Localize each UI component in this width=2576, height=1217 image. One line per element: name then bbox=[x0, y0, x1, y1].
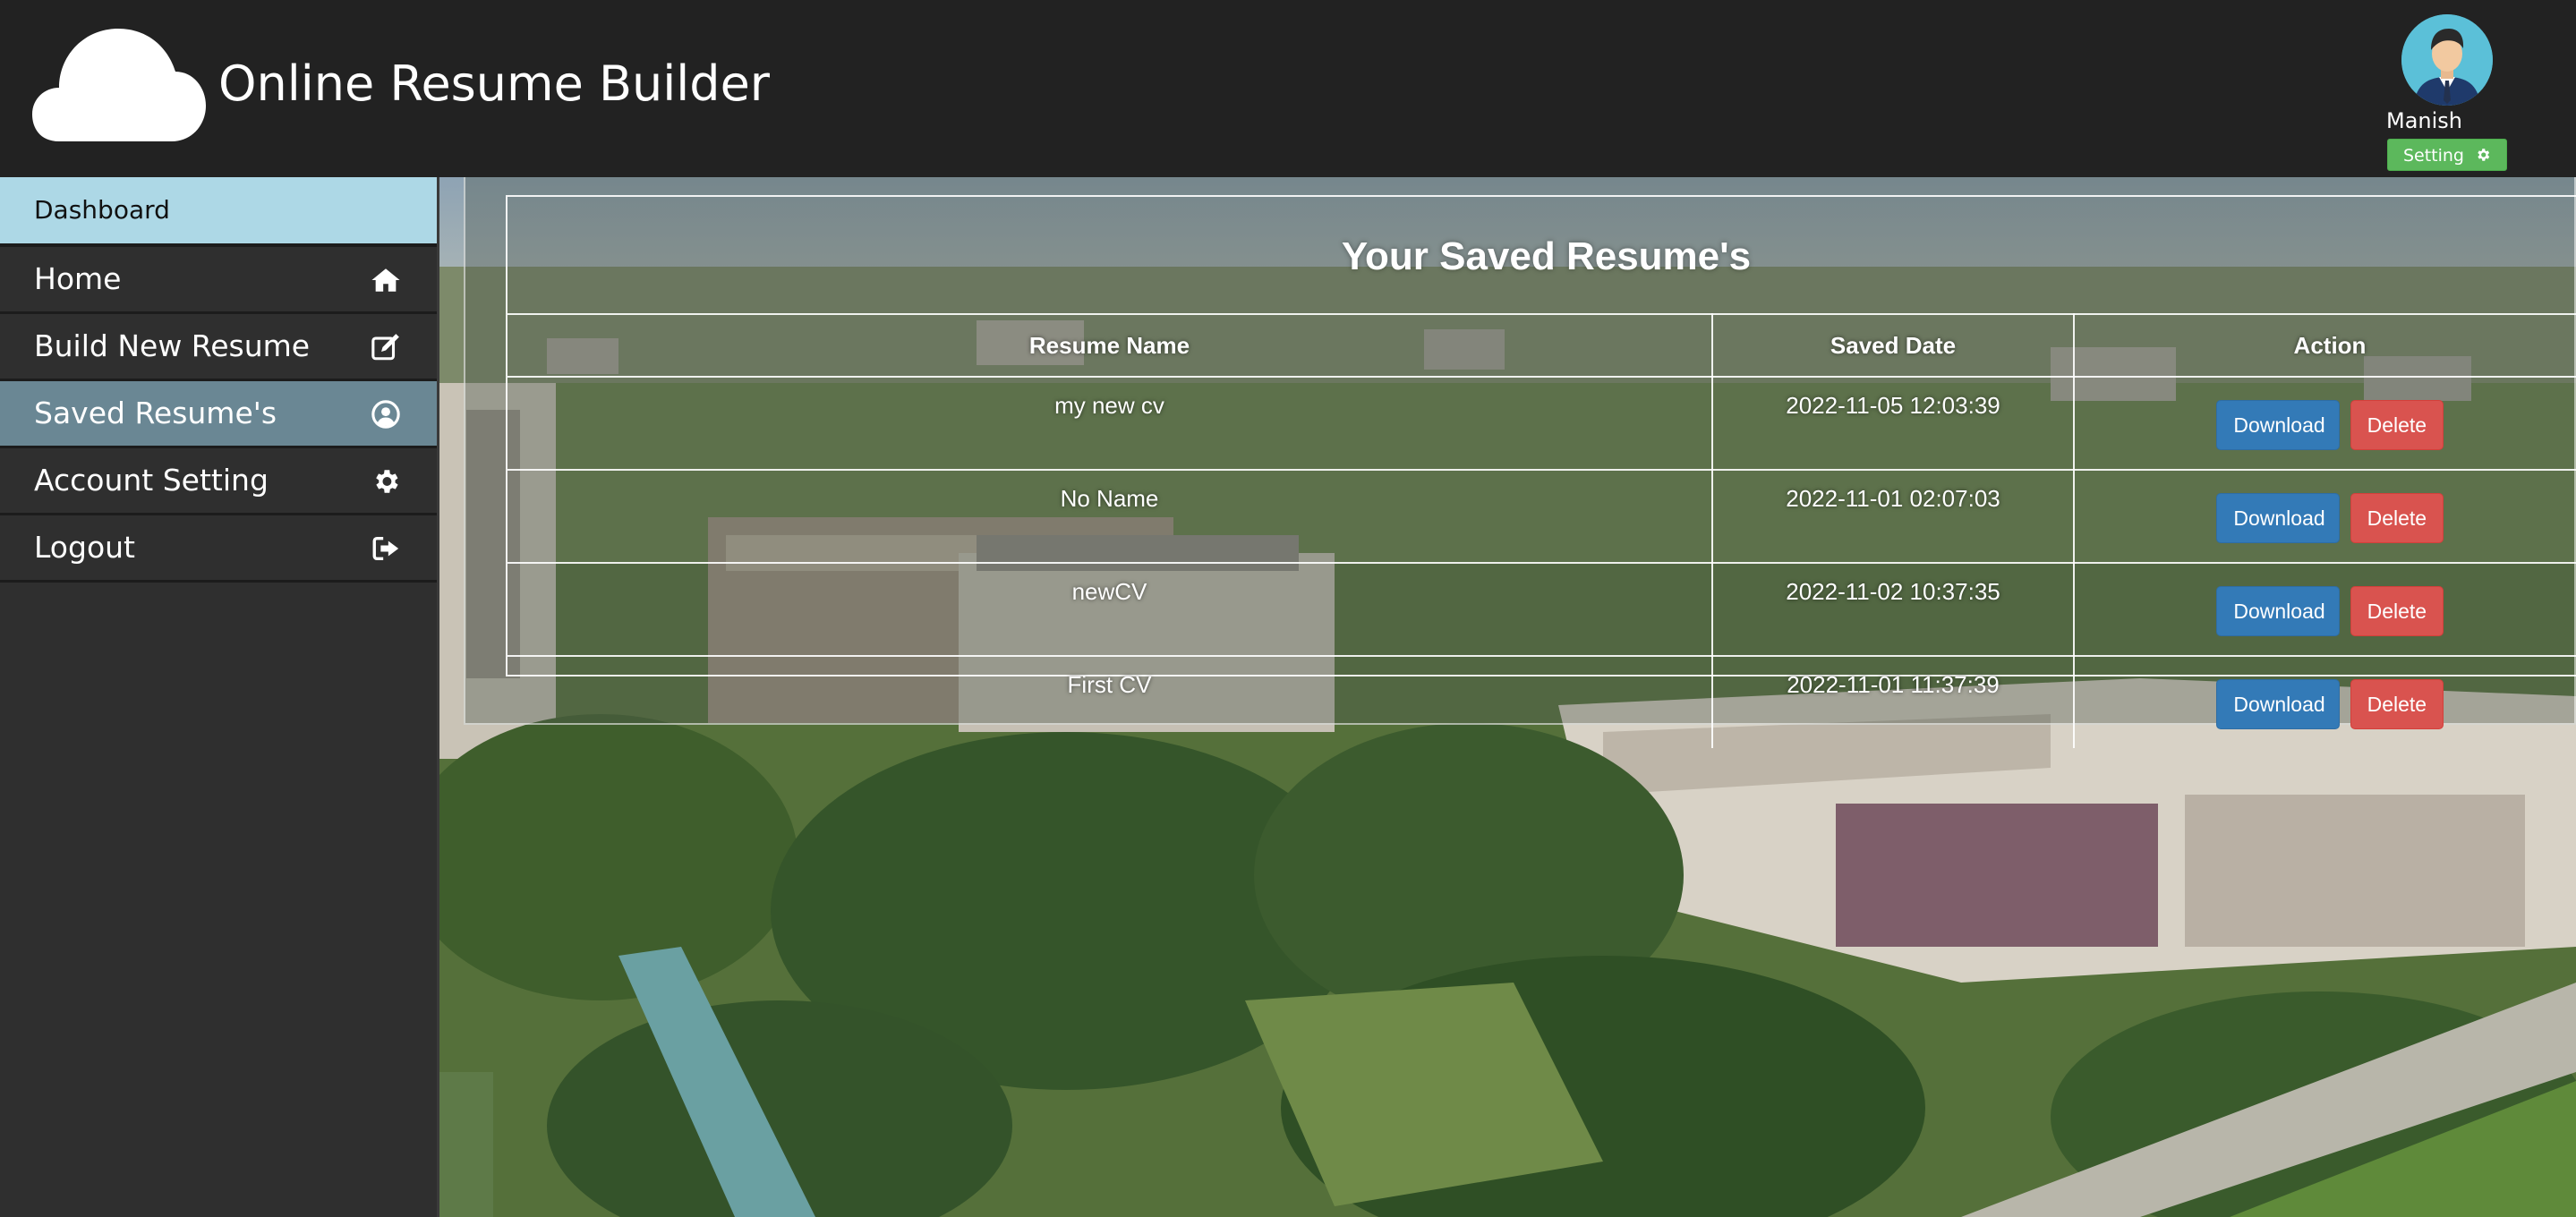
sidebar-item-saved-resumes[interactable]: Saved Resume's bbox=[0, 381, 437, 448]
table-row: First CV 2022-11-01 11:37:39 Download De… bbox=[508, 655, 2576, 748]
resume-name-cell: No Name bbox=[508, 469, 1713, 564]
table-row: No Name 2022-11-01 02:07:03 Download Del… bbox=[508, 469, 2576, 564]
download-button[interactable]: Download bbox=[2216, 679, 2341, 729]
download-button[interactable]: Download bbox=[2216, 400, 2341, 450]
user-circle-icon bbox=[371, 400, 400, 429]
download-button[interactable]: Download bbox=[2216, 586, 2341, 636]
sidebar-item-label: Dashboard bbox=[34, 195, 170, 225]
sidebar-item-label: Account Setting bbox=[34, 463, 269, 498]
edit-icon bbox=[371, 334, 399, 361]
sidebar-item-label: Logout bbox=[34, 530, 135, 565]
saved-resumes-table: Resume Name Saved Date Action my new cv … bbox=[508, 313, 2576, 748]
column-header-action: Action bbox=[2073, 313, 2576, 378]
sidebar-item-logout[interactable]: Logout bbox=[0, 515, 437, 583]
main-content: Your Saved Resume's Resume Name Saved Da… bbox=[439, 177, 2576, 1217]
setting-button-label: Setting bbox=[2402, 146, 2464, 166]
column-header-saved-date: Saved Date bbox=[1711, 313, 2075, 378]
action-cell: Download Delete bbox=[2073, 562, 2576, 657]
sidebar-item-label: Home bbox=[34, 261, 122, 296]
table-row: newCV 2022-11-02 10:37:35 Download Delet… bbox=[508, 562, 2576, 657]
table-header-row: Resume Name Saved Date Action bbox=[508, 313, 2576, 378]
cloud-logo-icon bbox=[32, 29, 206, 141]
sidebar-item-label: Build New Resume bbox=[34, 328, 311, 363]
resume-name-cell: my new cv bbox=[508, 376, 1713, 471]
sign-out-icon bbox=[372, 536, 399, 561]
download-button[interactable]: Download bbox=[2216, 493, 2341, 543]
delete-button[interactable]: Delete bbox=[2350, 493, 2444, 543]
saved-date-cell: 2022-11-01 02:07:03 bbox=[1711, 469, 2075, 564]
sidebar-item-dashboard[interactable]: Dashboard bbox=[0, 177, 437, 247]
table-row: my new cv 2022-11-05 12:03:39 Download D… bbox=[508, 376, 2576, 471]
page-title: Your Saved Resume's bbox=[1341, 234, 1752, 278]
gear-icon bbox=[376, 470, 398, 493]
gear-icon bbox=[2478, 149, 2490, 161]
saved-resumes-panel: Your Saved Resume's Resume Name Saved Da… bbox=[464, 177, 2576, 748]
saved-date-cell: 2022-11-02 10:37:35 bbox=[1711, 562, 2075, 657]
resume-name-cell: newCV bbox=[508, 562, 1713, 657]
sidebar-item-account-setting[interactable]: Account Setting bbox=[0, 448, 437, 515]
resume-name-cell: First CV bbox=[508, 655, 1713, 748]
delete-button[interactable]: Delete bbox=[2350, 586, 2444, 636]
setting-button[interactable]: Setting bbox=[2387, 139, 2507, 171]
user-name: Manish bbox=[2386, 108, 2463, 133]
delete-button[interactable]: Delete bbox=[2350, 400, 2444, 450]
sidebar-item-build-new-resume[interactable]: Build New Resume bbox=[0, 314, 437, 381]
saved-date-cell: 2022-11-05 12:03:39 bbox=[1711, 376, 2075, 471]
home-icon bbox=[371, 268, 400, 292]
user-avatar[interactable] bbox=[2401, 14, 2493, 106]
app-header: Online Resume Builder Manish Setting bbox=[0, 0, 2576, 177]
saved-resumes-table-container: Your Saved Resume's Resume Name Saved Da… bbox=[506, 195, 2576, 748]
sidebar-item-label: Saved Resume's bbox=[34, 396, 277, 430]
app-title: Online Resume Builder bbox=[218, 55, 770, 112]
action-cell: Download Delete bbox=[2073, 469, 2576, 564]
action-cell: Download Delete bbox=[2073, 655, 2576, 748]
sidebar-item-home[interactable]: Home bbox=[0, 247, 437, 314]
sidebar-nav: Dashboard Home Build New Resume Saved Re… bbox=[0, 177, 439, 1217]
delete-button[interactable]: Delete bbox=[2350, 679, 2444, 729]
action-cell: Download Delete bbox=[2073, 376, 2576, 471]
column-header-resume-name: Resume Name bbox=[508, 313, 1713, 378]
saved-date-cell: 2022-11-01 11:37:39 bbox=[1711, 655, 2075, 748]
